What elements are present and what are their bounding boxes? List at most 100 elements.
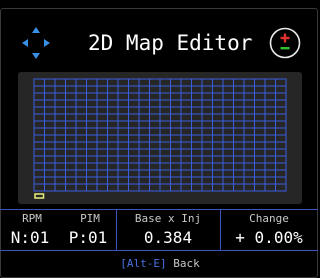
map-cell[interactable] [243, 113, 255, 122]
map-cell[interactable] [191, 183, 203, 192]
map-cell[interactable] [149, 127, 161, 136]
map-cell[interactable] [138, 127, 150, 136]
map-cell[interactable] [180, 155, 192, 164]
map-cell[interactable] [117, 162, 129, 171]
map-cell[interactable] [212, 92, 224, 101]
map-cell[interactable] [275, 134, 287, 143]
map-cell[interactable] [96, 148, 108, 157]
map-cell[interactable] [180, 134, 192, 143]
map-cell[interactable] [264, 134, 276, 143]
map-cell[interactable] [159, 148, 171, 157]
map-cell[interactable] [159, 85, 171, 94]
map-cell[interactable] [264, 113, 276, 122]
map-cell[interactable] [243, 127, 255, 136]
map-cell[interactable] [201, 134, 213, 143]
map-cell[interactable] [170, 176, 182, 185]
map-cell[interactable] [159, 169, 171, 178]
map-cell[interactable] [222, 155, 234, 164]
map-cell[interactable] [107, 99, 119, 108]
map-cell[interactable] [149, 148, 161, 157]
map-cell[interactable] [117, 85, 129, 94]
map-cell[interactable] [264, 148, 276, 157]
map-cell[interactable] [86, 120, 98, 129]
map-cell[interactable] [254, 120, 266, 129]
map-cell[interactable] [44, 155, 56, 164]
map-cell[interactable] [54, 99, 66, 108]
map-cell[interactable] [75, 92, 87, 101]
map-cell[interactable] [191, 169, 203, 178]
map-cell[interactable] [86, 162, 98, 171]
map-cell[interactable] [275, 148, 287, 157]
map-cell[interactable] [149, 155, 161, 164]
map-cell[interactable] [159, 106, 171, 115]
map-cell[interactable] [233, 141, 245, 150]
map-cell[interactable] [96, 176, 108, 185]
map-cell[interactable] [222, 127, 234, 136]
map-cell[interactable] [138, 148, 150, 157]
map-cell[interactable] [86, 106, 98, 115]
map-cell[interactable] [117, 92, 129, 101]
map-cell[interactable] [86, 99, 98, 108]
map-cell[interactable] [254, 99, 266, 108]
map-cell[interactable] [212, 127, 224, 136]
map-cell[interactable] [128, 106, 140, 115]
map-cell[interactable] [65, 127, 77, 136]
map-cell[interactable] [243, 176, 255, 185]
map-cell[interactable] [86, 78, 98, 87]
map-cell[interactable] [275, 92, 287, 101]
map-cell[interactable] [54, 141, 66, 150]
map-cell[interactable] [201, 148, 213, 157]
map-cell[interactable] [201, 92, 213, 101]
map-cell[interactable] [65, 148, 77, 157]
map-cell[interactable] [222, 92, 234, 101]
map-cell[interactable] [222, 78, 234, 87]
map-cell[interactable] [254, 169, 266, 178]
map-cell[interactable] [170, 141, 182, 150]
map-cell[interactable] [96, 78, 108, 87]
map-cell[interactable] [159, 127, 171, 136]
map-cell[interactable] [107, 120, 119, 129]
map-cell[interactable] [75, 127, 87, 136]
map-cell[interactable] [264, 78, 276, 87]
map-cell[interactable] [33, 169, 45, 178]
map-cell[interactable] [128, 99, 140, 108]
map-cell[interactable] [117, 78, 129, 87]
map-cell[interactable] [254, 183, 266, 192]
map-cell[interactable] [44, 162, 56, 171]
map-cell[interactable] [191, 162, 203, 171]
map-cell[interactable] [191, 85, 203, 94]
map-cell[interactable] [138, 120, 150, 129]
map-cell[interactable] [96, 127, 108, 136]
map-cell[interactable] [180, 162, 192, 171]
map-cell[interactable] [149, 134, 161, 143]
map-cell[interactable] [44, 134, 56, 143]
map-cell[interactable] [44, 148, 56, 157]
map-cell[interactable] [86, 127, 98, 136]
map-cell[interactable] [54, 78, 66, 87]
map-cell[interactable] [128, 169, 140, 178]
map-cell[interactable] [138, 141, 150, 150]
map-cell[interactable] [33, 106, 45, 115]
map-cell[interactable] [254, 155, 266, 164]
map-cell[interactable] [191, 134, 203, 143]
map-cell[interactable] [75, 106, 87, 115]
map-cell[interactable] [212, 85, 224, 94]
map-cell[interactable] [117, 141, 129, 150]
map-cell[interactable] [180, 99, 192, 108]
map-cell[interactable] [201, 169, 213, 178]
map-cell[interactable] [33, 183, 45, 192]
map-cell[interactable] [75, 148, 87, 157]
map-cell[interactable] [275, 127, 287, 136]
map-cell[interactable] [264, 183, 276, 192]
map-cell[interactable] [201, 176, 213, 185]
map-cell[interactable] [117, 113, 129, 122]
map-cell[interactable] [54, 176, 66, 185]
map-cell[interactable] [275, 99, 287, 108]
map-cell[interactable] [254, 127, 266, 136]
plus-minus-icon[interactable] [269, 27, 301, 59]
map-cell[interactable] [33, 176, 45, 185]
map-cell[interactable] [180, 78, 192, 87]
map-cell[interactable] [243, 120, 255, 129]
map-cell[interactable] [170, 92, 182, 101]
map-cell[interactable] [275, 183, 287, 192]
